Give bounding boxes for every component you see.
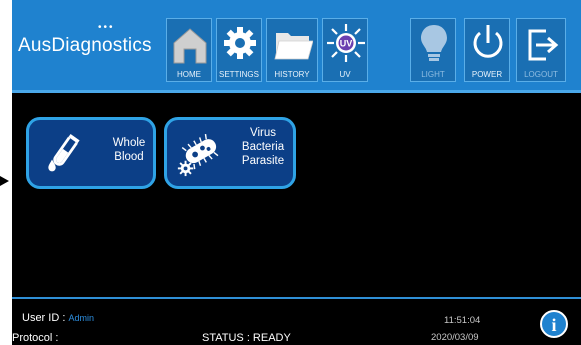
logout-label: LOGOUT — [524, 70, 558, 79]
info-icon: i — [551, 315, 556, 335]
whole-blood-line-1: Whole — [112, 137, 146, 149]
history-label: HISTORY — [274, 70, 310, 79]
home-label: HOME — [177, 70, 201, 79]
uv-label: UV — [339, 70, 351, 79]
clock-date: 2020/03/09 — [431, 332, 479, 343]
brand-logo: AusDiagnostics — [18, 35, 152, 56]
vbp-line-2: Bacteria — [241, 141, 285, 153]
user-id-label: User ID : — [22, 312, 66, 324]
status-text: STATUS : READY — [202, 332, 291, 344]
status-bar: User ID : Admin Protocol : STATUS : READ… — [12, 299, 581, 345]
power-button[interactable]: POWER — [464, 18, 510, 82]
info-glyph: i — [551, 315, 556, 335]
toolbar-divider — [12, 90, 581, 93]
light-label: LIGHT — [421, 70, 445, 79]
clock-time: 11:51:04 — [444, 315, 481, 326]
instrument-screen: AusDiagnostics ••• HOME SETTINGS HISTORY… — [12, 0, 581, 345]
microbe-icon — [177, 133, 219, 177]
home-button[interactable]: HOME — [166, 18, 212, 82]
light-button[interactable]: LIGHT — [410, 18, 456, 82]
history-button[interactable]: HISTORY — [266, 18, 318, 82]
virus-bacteria-parasite-tile[interactable]: Virus Bacteria Parasite — [164, 117, 296, 189]
vbp-line-3: Parasite — [241, 155, 285, 167]
power-icon — [473, 25, 503, 58]
lightbulb-icon — [421, 25, 447, 61]
settings-label: SETTINGS — [218, 70, 259, 79]
top-toolbar: AusDiagnostics ••• HOME SETTINGS HISTORY… — [12, 0, 581, 92]
whole-blood-tile[interactable]: Whole Blood — [26, 117, 156, 189]
pointer-arrow — [0, 176, 9, 186]
vbp-line-1: Virus — [250, 127, 276, 139]
whole-blood-label: Whole Blood — [105, 136, 153, 164]
logo-dots: ••• — [98, 22, 115, 33]
settings-button[interactable]: SETTINGS — [216, 18, 262, 82]
uv-button[interactable]: UV UV — [322, 18, 368, 82]
home-icon — [173, 28, 207, 64]
whole-blood-line-2: Blood — [114, 151, 144, 163]
protocol-label: Protocol : — [12, 332, 59, 344]
power-label: POWER — [471, 70, 503, 79]
virus-bacteria-parasite-label: Virus Bacteria Parasite — [231, 126, 295, 168]
logout-button[interactable]: LOGOUT — [516, 18, 566, 82]
folder-icon — [274, 33, 313, 60]
user-id-row: User ID : Admin — [22, 312, 94, 324]
uv-sun-icon: UV — [327, 24, 365, 62]
logout-icon — [528, 29, 559, 61]
test-tube-icon — [48, 134, 80, 172]
uv-badge-text: UV — [340, 39, 353, 49]
gear-icon — [224, 27, 256, 59]
user-id-value: Admin — [68, 313, 94, 323]
info-button[interactable]: i — [540, 310, 568, 338]
